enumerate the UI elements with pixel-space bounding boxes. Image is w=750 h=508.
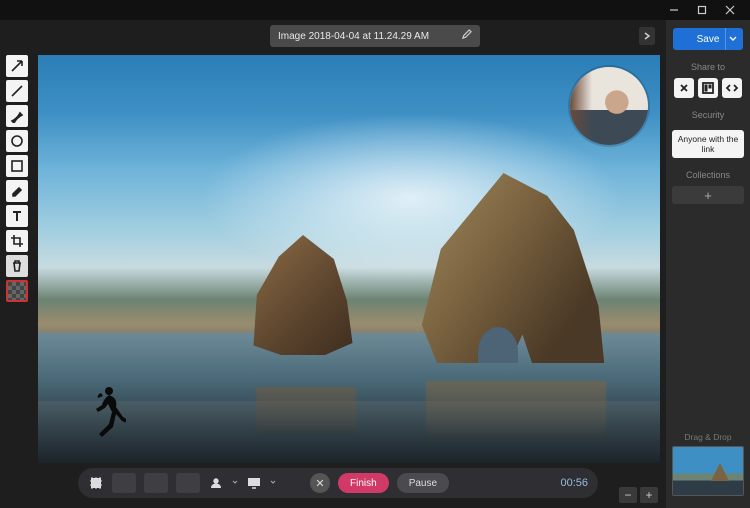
share-embed-button[interactable] bbox=[722, 78, 742, 98]
rectangle-tool[interactable] bbox=[6, 155, 28, 177]
monitor-icon bbox=[247, 476, 261, 490]
line-tool[interactable] bbox=[6, 80, 28, 102]
color-swatch[interactable] bbox=[6, 280, 28, 302]
security-value-button[interactable]: Anyone with the link bbox=[672, 130, 744, 158]
save-dropdown-toggle[interactable] bbox=[725, 28, 739, 50]
scene-reflection bbox=[256, 387, 356, 435]
share-slack-button[interactable] bbox=[674, 78, 694, 98]
trash-icon bbox=[10, 259, 24, 273]
pencil-icon[interactable] bbox=[461, 29, 472, 43]
plus-icon: + bbox=[645, 488, 652, 502]
square-icon bbox=[10, 159, 24, 173]
recording-segment-b[interactable] bbox=[144, 473, 168, 493]
collections-section-label: Collections bbox=[686, 170, 730, 180]
crop-tool[interactable] bbox=[6, 230, 28, 252]
scene-runner bbox=[86, 383, 126, 441]
drag-drop-label: Drag & Drop bbox=[684, 432, 731, 442]
chevron-right-icon bbox=[643, 32, 651, 40]
security-value-text: Anyone with the link bbox=[678, 134, 738, 154]
arrow-tool[interactable] bbox=[6, 55, 28, 77]
text-icon bbox=[10, 209, 24, 223]
webcam-overlay[interactable] bbox=[570, 67, 648, 145]
scene-rock bbox=[248, 235, 358, 355]
recording-segment-a[interactable] bbox=[112, 473, 136, 493]
chevron-down-icon bbox=[232, 478, 238, 488]
collapse-right-panel-button[interactable] bbox=[639, 27, 655, 45]
filename-field[interactable]: Image 2018-04-04 at 11.24.29 AM bbox=[270, 25, 480, 47]
pen-tool[interactable] bbox=[6, 105, 28, 127]
code-icon bbox=[726, 82, 738, 94]
minimize-icon bbox=[669, 5, 679, 15]
crop-icon bbox=[10, 234, 24, 248]
add-to-collection-button[interactable]: + bbox=[672, 186, 744, 204]
chevron-down-icon bbox=[729, 35, 737, 43]
webcam-toggle-button[interactable] bbox=[208, 475, 224, 491]
share-icon-row bbox=[674, 78, 742, 98]
finish-label: Finish bbox=[350, 478, 377, 489]
zoom-controls: − + bbox=[619, 484, 658, 506]
line-icon bbox=[10, 84, 24, 98]
canvas-preview[interactable] bbox=[38, 55, 660, 463]
window-close-button[interactable] bbox=[716, 0, 744, 20]
drag-drop-slot[interactable]: Drag & Drop bbox=[666, 432, 750, 508]
annotation-toolbox bbox=[6, 55, 30, 302]
circle-icon bbox=[10, 134, 24, 148]
share-trello-button[interactable] bbox=[698, 78, 718, 98]
minus-icon: − bbox=[624, 488, 631, 502]
x-icon: ✕ bbox=[315, 477, 324, 490]
zoom-out-button[interactable]: − bbox=[619, 487, 637, 503]
pause-label: Pause bbox=[409, 478, 437, 489]
image-thumbnail[interactable] bbox=[672, 446, 744, 496]
pen-icon bbox=[10, 109, 24, 123]
arrow-icon bbox=[10, 59, 24, 73]
window-minimize-button[interactable] bbox=[660, 0, 688, 20]
filename-text: Image 2018-04-04 at 11.24.29 AM bbox=[278, 31, 429, 42]
scene-rock bbox=[418, 173, 608, 363]
finish-recording-button[interactable]: Finish bbox=[338, 473, 389, 493]
display-toggle-button[interactable] bbox=[246, 475, 262, 491]
close-icon bbox=[725, 5, 735, 15]
zoom-in-button[interactable]: + bbox=[640, 487, 658, 503]
highlighter-tool[interactable] bbox=[6, 180, 28, 202]
right-side-panel: Save Share to Security Anyone with the l… bbox=[666, 20, 750, 508]
window-maximize-button[interactable] bbox=[688, 0, 716, 20]
crop-region-icon bbox=[89, 476, 103, 490]
cancel-recording-button[interactable]: ✕ bbox=[310, 473, 330, 493]
delete-tool[interactable] bbox=[6, 255, 28, 277]
person-icon bbox=[209, 476, 223, 490]
recording-segment-c[interactable] bbox=[176, 473, 200, 493]
slack-icon bbox=[678, 82, 690, 94]
recording-toolbar: ✕ Finish Pause 00:56 bbox=[78, 468, 598, 498]
window-titlebar bbox=[0, 0, 750, 20]
chevron-down-icon bbox=[270, 478, 276, 488]
recording-mode-button[interactable] bbox=[88, 475, 104, 491]
trello-icon bbox=[702, 82, 714, 94]
ellipse-tool[interactable] bbox=[6, 130, 28, 152]
save-button[interactable]: Save bbox=[673, 28, 743, 50]
save-button-label: Save bbox=[697, 34, 720, 45]
scene-reflection bbox=[426, 381, 606, 441]
pause-recording-button[interactable]: Pause bbox=[397, 473, 449, 493]
share-section-label: Share to bbox=[691, 62, 725, 72]
recording-timer: 00:56 bbox=[560, 477, 588, 489]
security-section-label: Security bbox=[692, 110, 725, 120]
plus-icon: + bbox=[704, 188, 712, 203]
highlighter-icon bbox=[10, 184, 24, 198]
maximize-icon bbox=[697, 5, 707, 15]
text-tool[interactable] bbox=[6, 205, 28, 227]
